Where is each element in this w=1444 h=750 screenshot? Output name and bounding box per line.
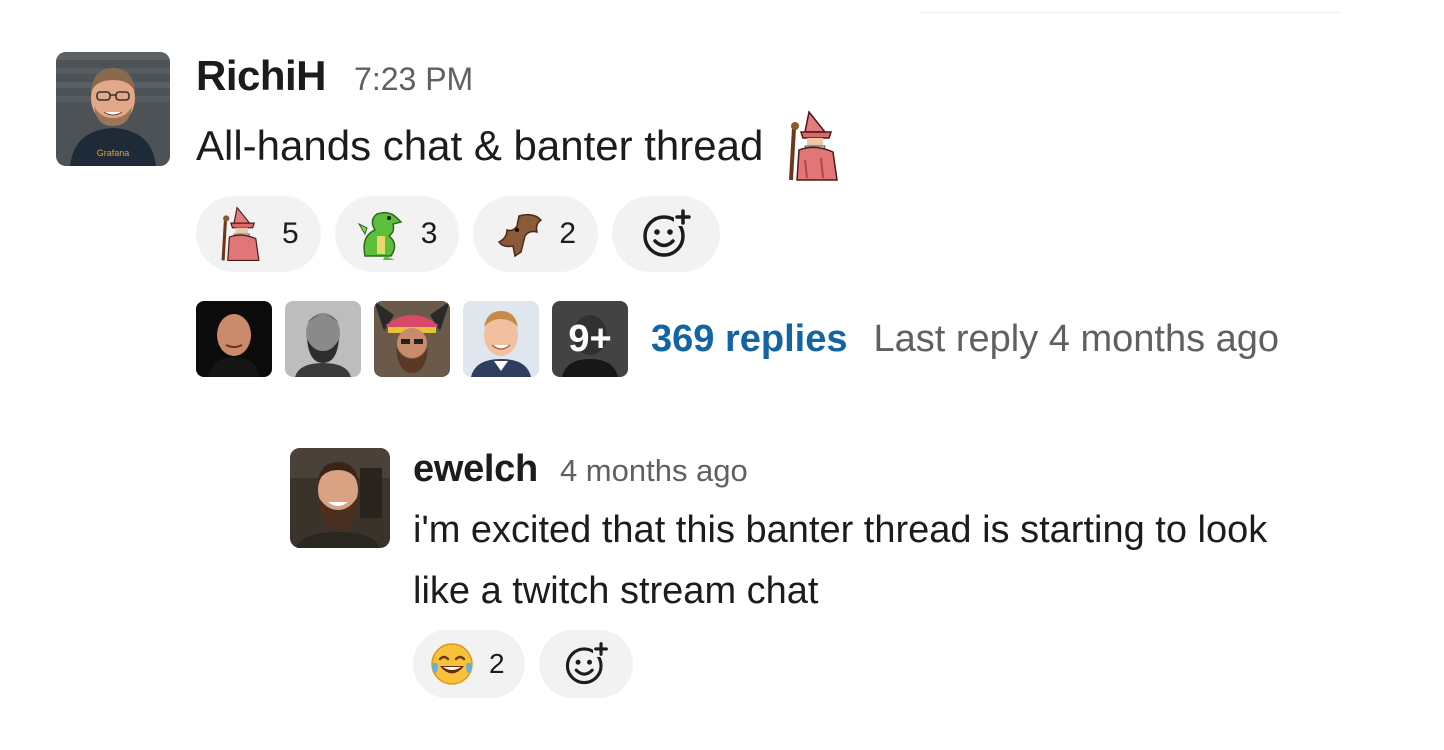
add-reaction-icon bbox=[563, 641, 609, 687]
message-text-content: All-hands chat & banter thread bbox=[196, 122, 764, 169]
participant-1-avatar-icon bbox=[196, 301, 272, 377]
add-reaction-button[interactable] bbox=[538, 630, 633, 698]
reaction-bat[interactable]: 2 bbox=[473, 196, 599, 272]
thread-participant-avatar[interactable] bbox=[196, 301, 272, 377]
thread-summary[interactable]: 9+ 369 replies Last reply 4 months ago bbox=[196, 300, 1376, 378]
participant-2-avatar-icon bbox=[285, 301, 361, 377]
reaction-count: 2 bbox=[489, 648, 505, 679]
reaction-count: 3 bbox=[420, 217, 438, 250]
message-text: All-hands chat & banter thread bbox=[196, 110, 1376, 182]
top-divider bbox=[920, 12, 1340, 13]
reaction-count: 2 bbox=[559, 217, 577, 250]
message-timestamp[interactable]: 4 months ago bbox=[560, 453, 748, 489]
reply-body: ewelch 4 months ago i'm excited that thi… bbox=[413, 448, 1313, 698]
bat-emoji-icon bbox=[493, 206, 543, 262]
reactions-bar: 2 bbox=[413, 630, 1313, 698]
reaction-joy[interactable]: 2 bbox=[413, 630, 525, 698]
reply-text: i'm excited that this banter thread is s… bbox=[413, 509, 1268, 612]
svg-text:Grafana: Grafana bbox=[97, 148, 130, 158]
dragon-emoji-icon bbox=[355, 206, 405, 262]
thread-replies-link[interactable]: 369 replies bbox=[651, 318, 847, 361]
user-avatar-richih: Grafana bbox=[56, 52, 170, 166]
message-header: RichiH 7:23 PM bbox=[196, 52, 1376, 100]
thread-participant-avatar[interactable] bbox=[374, 301, 450, 377]
participant-4-avatar-icon bbox=[463, 301, 539, 377]
reactions-bar: 5 3 2 bbox=[196, 196, 1376, 272]
message-body: RichiH 7:23 PM All-hands chat & banter t… bbox=[196, 52, 1376, 378]
avatar[interactable]: Grafana bbox=[56, 52, 170, 166]
reaction-wizard[interactable]: 5 bbox=[196, 196, 321, 272]
add-reaction-button[interactable] bbox=[612, 196, 721, 272]
reaction-count: 5 bbox=[282, 217, 299, 250]
reply-header: ewelch 4 months ago bbox=[413, 448, 1313, 494]
user-avatar-ewelch bbox=[290, 448, 390, 548]
joy-emoji-icon bbox=[429, 641, 475, 687]
message-timestamp[interactable]: 7:23 PM bbox=[354, 61, 473, 98]
add-reaction-icon bbox=[640, 208, 693, 260]
thread-last-reply: Last reply 4 months ago bbox=[873, 317, 1280, 360]
participant-3-avatar-icon bbox=[374, 301, 450, 377]
more-participants-badge: 9+ bbox=[552, 301, 628, 377]
wizard-emoji-icon bbox=[216, 206, 266, 262]
author-name[interactable]: ewelch bbox=[413, 448, 538, 491]
author-name[interactable]: RichiH bbox=[196, 52, 327, 100]
thread-participant-avatar[interactable] bbox=[463, 301, 539, 377]
wizard-emoji-icon bbox=[785, 110, 843, 182]
thread-more-participants[interactable]: 9+ bbox=[552, 301, 628, 377]
reaction-dragon[interactable]: 3 bbox=[334, 196, 460, 272]
avatar[interactable] bbox=[290, 448, 390, 548]
thread-participant-avatar[interactable] bbox=[285, 301, 361, 377]
